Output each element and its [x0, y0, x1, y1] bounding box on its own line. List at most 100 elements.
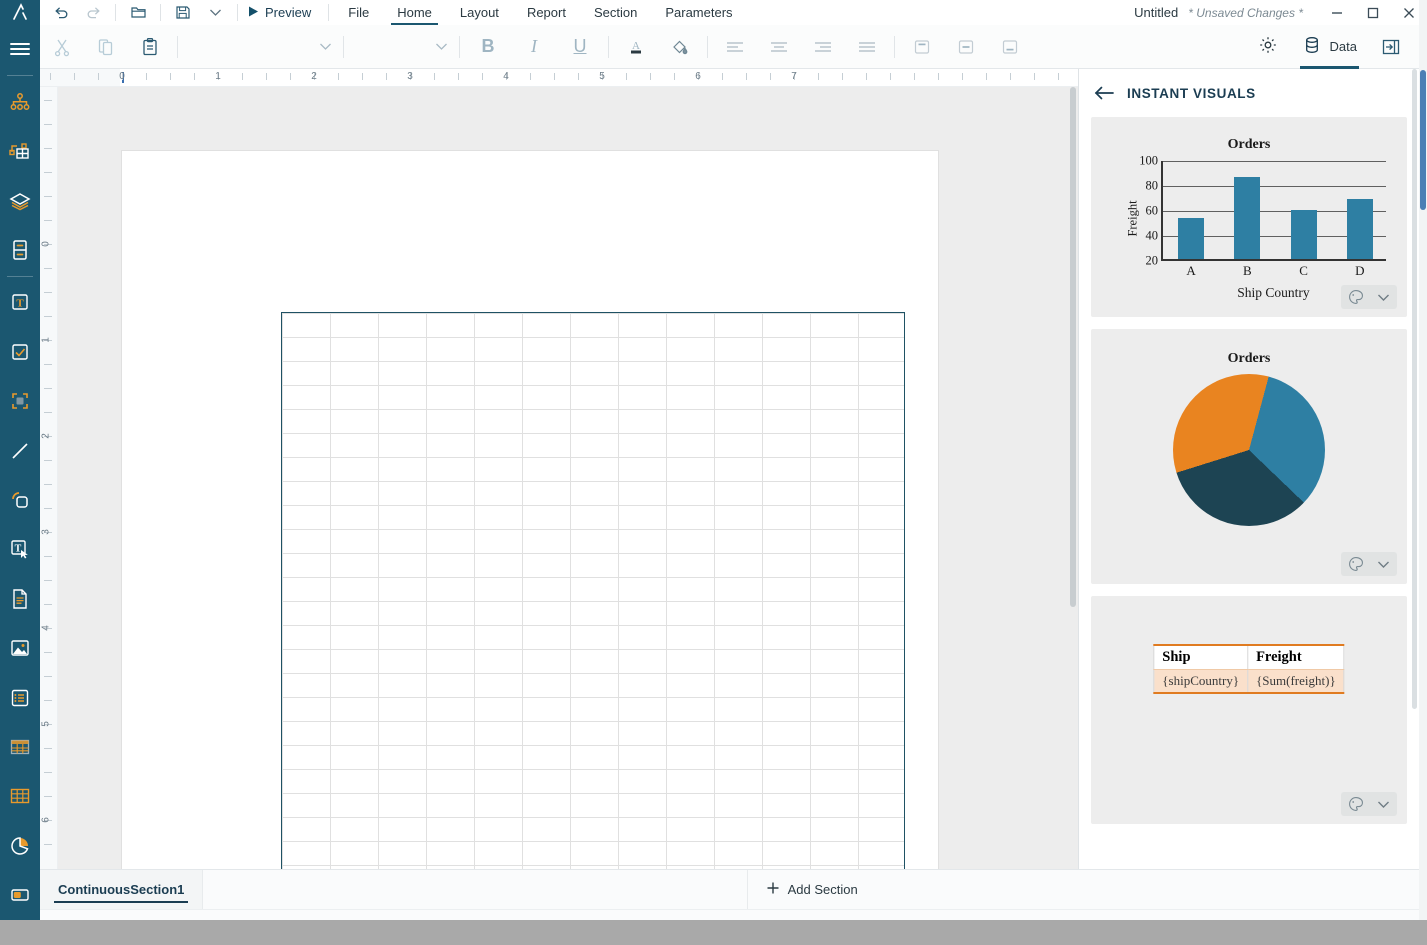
font-family-select[interactable]: [183, 34, 338, 60]
ruler-tick: [626, 73, 627, 80]
bold-button[interactable]: B: [465, 27, 511, 67]
rail-item-shape[interactable]: [0, 377, 40, 426]
open-button[interactable]: [123, 1, 153, 25]
rail-item-menu[interactable]: [0, 25, 40, 74]
bar-chart-y-tick: 80: [1145, 178, 1159, 193]
window-scroll-thumb[interactable]: [1420, 70, 1426, 210]
preview-button[interactable]: Preview: [243, 0, 323, 25]
rail-item-layers[interactable]: [0, 176, 40, 225]
ruler-label: 6: [695, 71, 701, 82]
rail-item-document[interactable]: [0, 574, 40, 623]
settings-button[interactable]: [1246, 25, 1290, 69]
visual-card-table[interactable]: Ship Freight {shipCountry} {Sum(freight)…: [1091, 596, 1407, 824]
pie-chart-graphic: [1173, 374, 1325, 526]
ruler-tick: [914, 73, 915, 80]
menu-tab-parameters[interactable]: Parameters: [651, 0, 746, 25]
ruler-tick: [386, 73, 387, 80]
underline-button[interactable]: U: [557, 27, 603, 67]
canvas-vertical-scrollbar[interactable]: [1068, 87, 1078, 869]
rail-item-table[interactable]: [0, 722, 40, 771]
add-section-button[interactable]: Add Section: [748, 870, 876, 909]
rail-item-layout-elements[interactable]: [0, 127, 40, 176]
cut-button[interactable]: [40, 27, 84, 67]
chevron-down-icon[interactable]: [1377, 293, 1390, 302]
left-toolbar-rail: T T: [0, 0, 40, 920]
palette-icon[interactable]: [1348, 289, 1364, 305]
chevron-down-icon[interactable]: [1377, 560, 1390, 569]
palette-icon[interactable]: [1348, 796, 1364, 812]
menu-tab-section[interactable]: Section: [580, 0, 651, 25]
vruler-tick: [44, 796, 52, 797]
ruler-tick: [458, 73, 459, 80]
ribbon-divider-6: [894, 35, 895, 58]
canvas-scroll-thumb[interactable]: [1070, 87, 1076, 607]
table-cell-shipcountry: {shipCountry}: [1153, 669, 1249, 693]
align-center-button[interactable]: [757, 27, 801, 67]
minimize-button[interactable]: [1319, 0, 1355, 25]
align-justify-button[interactable]: [845, 27, 889, 67]
report-page[interactable]: [122, 151, 938, 869]
rail-item-rounded-rect[interactable]: [0, 475, 40, 524]
continuous-section-body[interactable]: [281, 312, 905, 869]
font-size-select[interactable]: [349, 34, 454, 60]
data-tab[interactable]: Data: [1290, 25, 1369, 69]
visual-card-bar-chart[interactable]: Orders Freight 20 40 60 80 100 A B C D Ship Coun…: [1091, 117, 1407, 317]
redo-button[interactable]: [78, 1, 108, 25]
visual-card-pie-chart[interactable]: Orders: [1091, 329, 1407, 584]
quick-access-more-button[interactable]: [200, 1, 230, 25]
arrow-left-icon[interactable]: [1093, 85, 1115, 101]
rail-item-data-sources[interactable]: [0, 77, 40, 126]
menu-tab-layout[interactable]: Layout: [446, 0, 513, 25]
menu-tab-file[interactable]: File: [334, 0, 383, 25]
font-color-button[interactable]: A: [614, 27, 658, 67]
design-canvas-area[interactable]: [58, 87, 1078, 869]
italic-button[interactable]: I: [511, 27, 557, 67]
vruler-label: 4: [40, 625, 52, 631]
bar-chart-plot-area: 20 40 60 80 100 A B C D: [1139, 154, 1386, 278]
rail-item-chart[interactable]: [0, 821, 40, 870]
menu-tab-home[interactable]: Home: [383, 0, 446, 25]
save-button[interactable]: [168, 1, 198, 25]
vruler-tick: [44, 460, 52, 461]
ruler-tick: [362, 73, 363, 80]
bar-chart-x-tick: C: [1299, 263, 1308, 278]
align-right-button[interactable]: [801, 27, 845, 67]
section-tab-continuoussection1[interactable]: ContinuousSection1: [40, 870, 204, 909]
valign-bottom-button[interactable]: [988, 27, 1032, 67]
panel-scroll-thumb[interactable]: [1412, 69, 1417, 709]
rail-item-check-box[interactable]: [0, 327, 40, 376]
valign-middle-button[interactable]: [944, 27, 988, 67]
window-bottom-strip: [0, 920, 1427, 945]
vruler-label: 1: [40, 337, 52, 343]
collapse-panel-button[interactable]: [1369, 27, 1413, 67]
ruler-tick: [530, 73, 531, 80]
vruler-tick: [44, 292, 52, 293]
vruler-tick: [44, 196, 52, 197]
rail-item-image[interactable]: [0, 624, 40, 673]
copy-button[interactable]: [84, 27, 128, 67]
vruler-tick: [44, 604, 52, 605]
chevron-down-icon[interactable]: [1377, 800, 1390, 809]
rail-item-list[interactable]: [0, 673, 40, 722]
paste-button[interactable]: [128, 27, 172, 67]
rail-item-banded-list[interactable]: [0, 871, 40, 920]
undo-button[interactable]: [46, 1, 76, 25]
rail-item-rich-text[interactable]: T: [0, 525, 40, 574]
window-vertical-scrollbar[interactable]: [1419, 0, 1427, 920]
maximize-button[interactable]: [1355, 0, 1391, 25]
ruler-tick: [1010, 73, 1011, 80]
rail-item-grid[interactable]: [0, 772, 40, 821]
horizontal-ruler[interactable]: 0 1 2 3 4 5 6 7: [40, 69, 1078, 87]
rail-item-container[interactable]: [0, 225, 40, 274]
bar-chart-y-tick: 40: [1145, 228, 1159, 243]
valign-top-button[interactable]: [900, 27, 944, 67]
rail-item-text-box[interactable]: T: [0, 278, 40, 327]
rail-item-line[interactable]: [0, 426, 40, 475]
align-left-button[interactable]: [713, 27, 757, 67]
fill-color-button[interactable]: [658, 27, 702, 67]
menu-tab-report[interactable]: Report: [513, 0, 580, 25]
panel-vertical-scrollbar[interactable]: [1411, 69, 1419, 869]
palette-icon[interactable]: [1348, 556, 1364, 572]
vruler-label: 6: [40, 817, 52, 823]
vertical-ruler[interactable]: 0 1 2 3 4 5 6: [40, 87, 58, 869]
